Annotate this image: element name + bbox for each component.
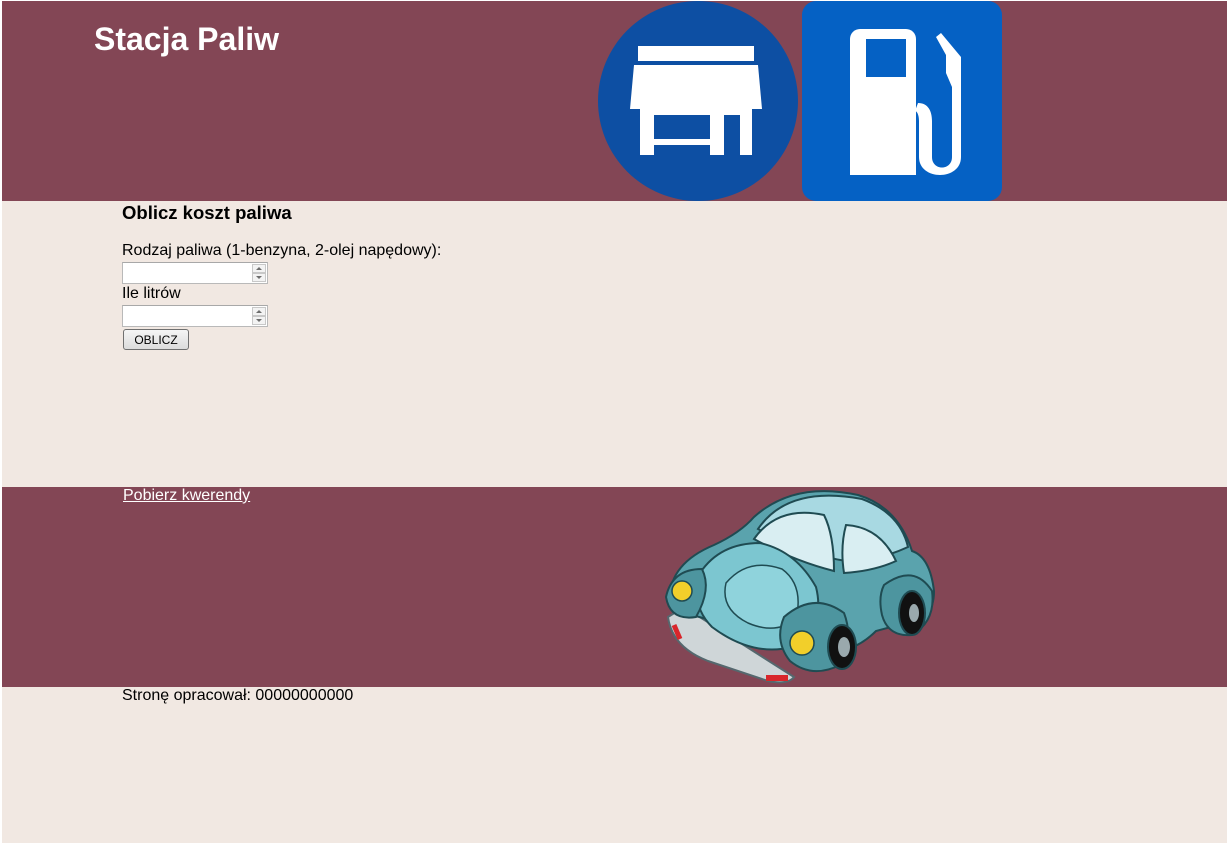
download-queries-link[interactable]: Pobierz kwerendy: [123, 487, 250, 505]
footer: Stronę opracował: 00000000000: [2, 687, 1227, 843]
links-banner: Pobierz kwerendy: [2, 487, 1227, 687]
main-content: Oblicz koszt paliwa Rodzaj paliwa (1-ben…: [2, 201, 1227, 487]
stepper-up-icon[interactable]: [252, 264, 266, 273]
header-banner: Stacja Paliw: [2, 1, 1227, 201]
fuel-type-field[interactable]: [122, 262, 268, 284]
liters-field[interactable]: [122, 305, 268, 327]
author-credit: Stronę opracował: 00000000000: [122, 687, 354, 704]
calculate-button[interactable]: OBLICZ: [123, 329, 189, 350]
liters-input[interactable]: [123, 306, 249, 326]
fuel-pump-icon: [802, 1, 1002, 201]
shop-icon: [598, 1, 798, 201]
stepper-up-icon[interactable]: [252, 307, 266, 316]
fuel-type-input[interactable]: [123, 263, 249, 283]
fuel-type-label: Rodzaj paliwa (1-benzyna, 2-olej napędow…: [122, 242, 442, 259]
calculator-title: Oblicz koszt paliwa: [122, 202, 292, 223]
liters-label: Ile litrów: [122, 285, 181, 302]
car-illustration: [664, 490, 936, 684]
site-title: Stacja Paliw: [94, 21, 279, 57]
page: Stacja Paliw Oblicz koszt paliwa Rodzaj …: [0, 0, 1227, 846]
stepper-down-icon[interactable]: [252, 316, 266, 325]
stepper-down-icon[interactable]: [252, 273, 266, 282]
fuel-type-stepper[interactable]: [252, 264, 266, 282]
liters-stepper[interactable]: [252, 307, 266, 325]
